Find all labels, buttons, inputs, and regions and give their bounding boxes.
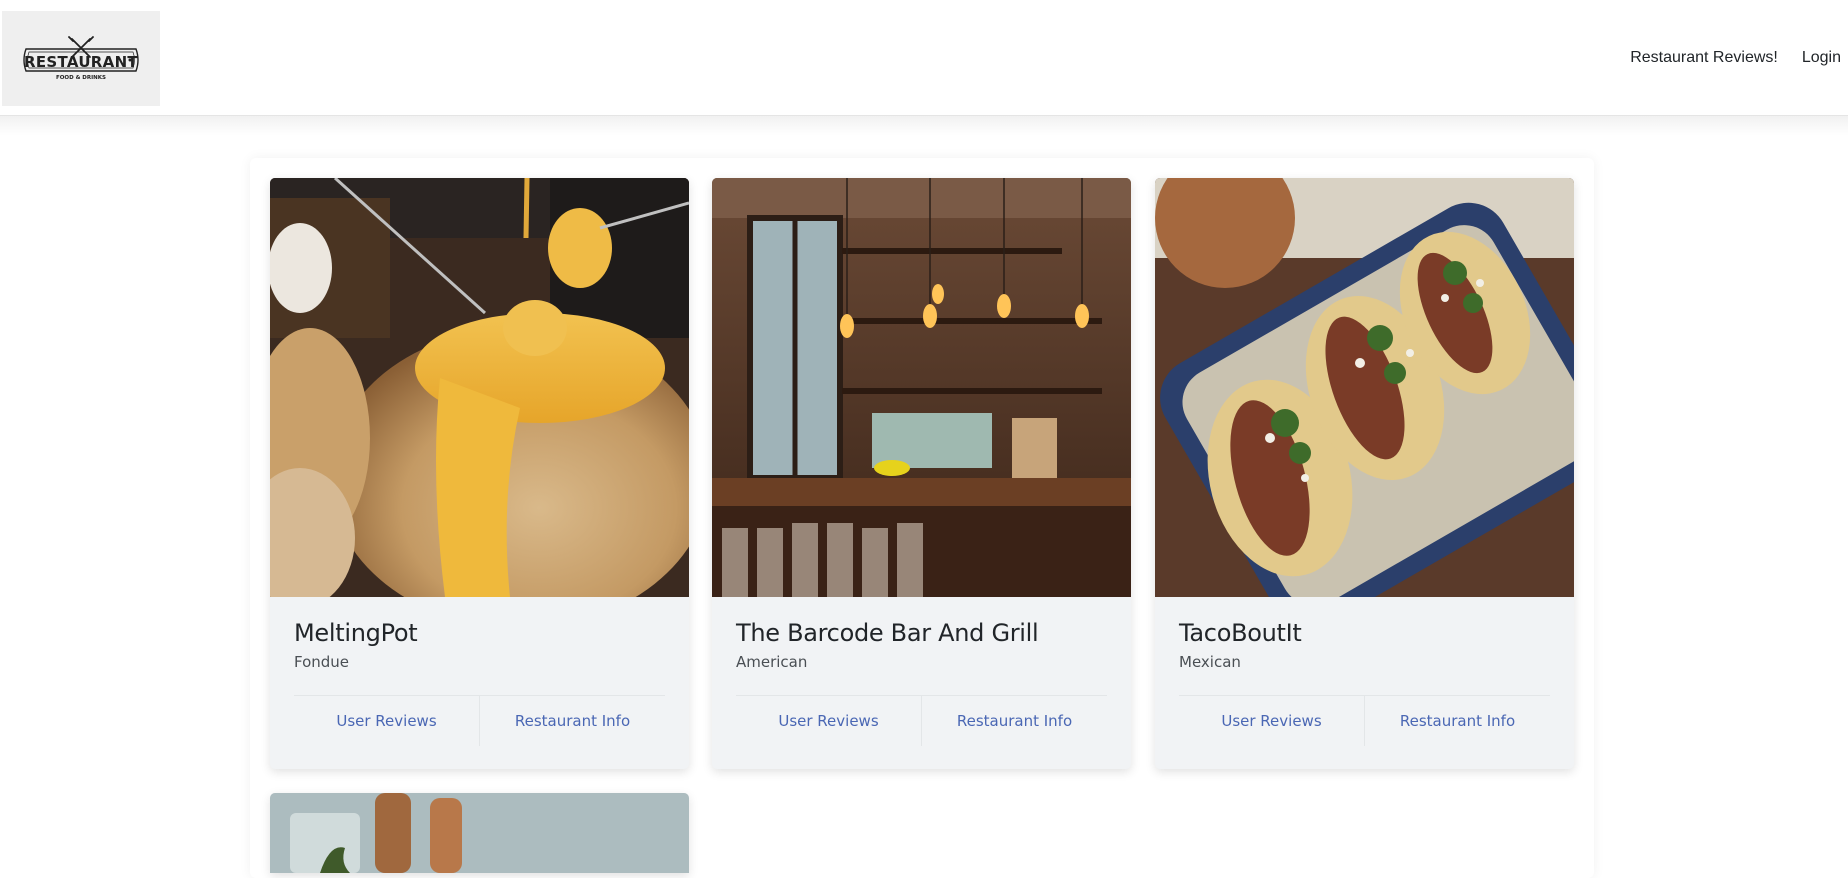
restaurant-info-link[interactable]: Restaurant Info [479, 696, 665, 746]
user-reviews-link[interactable]: User Reviews [294, 696, 479, 746]
logo-icon: RESTAURANT FOOD & DRINKS [23, 36, 139, 81]
svg-text:RESTAURANT: RESTAURANT [24, 53, 138, 71]
restaurant-card: MeltingPot Fondue User Reviews Restauran… [270, 178, 689, 769]
card-actions: User Reviews Restaurant Info [294, 696, 665, 746]
navbar: RESTAURANT FOOD & DRINKS Restaurant Revi… [0, 0, 1848, 116]
restaurant-logo[interactable]: RESTAURANT FOOD & DRINKS [2, 11, 160, 106]
restaurant-card: TacoBoutIt Mexican User Reviews Restaura… [1155, 178, 1574, 769]
restaurant-cuisine: American [736, 653, 808, 671]
bar-interior-photo-icon [712, 178, 1131, 597]
restaurant-name: MeltingPot [294, 619, 418, 647]
restaurant-cuisine: Mexican [1179, 653, 1241, 671]
restaurant-card: The Barcode Bar And Grill American User … [712, 178, 1131, 769]
card-actions: User Reviews Restaurant Info [736, 696, 1107, 746]
header-shadow [0, 116, 1848, 136]
food-photo-icon [270, 793, 689, 873]
restaurant-name: TacoBoutIt [1179, 619, 1302, 647]
nav-restaurant-reviews[interactable]: Restaurant Reviews! [1630, 49, 1778, 67]
restaurant-info-link[interactable]: Restaurant Info [1364, 696, 1550, 746]
tacos-photo-icon [1155, 178, 1574, 597]
restaurant-cuisine: Fondue [294, 653, 350, 671]
card-actions: User Reviews Restaurant Info [1179, 696, 1550, 746]
nav-links: Restaurant Reviews! Login [1630, 0, 1848, 115]
user-reviews-link[interactable]: User Reviews [736, 696, 921, 746]
fondue-photo-icon [270, 178, 689, 597]
nav-login[interactable]: Login [1802, 49, 1841, 67]
svg-text:FOOD & DRINKS: FOOD & DRINKS [56, 75, 106, 81]
restaurant-name: The Barcode Bar And Grill [736, 619, 1039, 647]
user-reviews-link[interactable]: User Reviews [1179, 696, 1364, 746]
restaurant-info-link[interactable]: Restaurant Info [921, 696, 1107, 746]
restaurant-card-partial [270, 793, 689, 873]
